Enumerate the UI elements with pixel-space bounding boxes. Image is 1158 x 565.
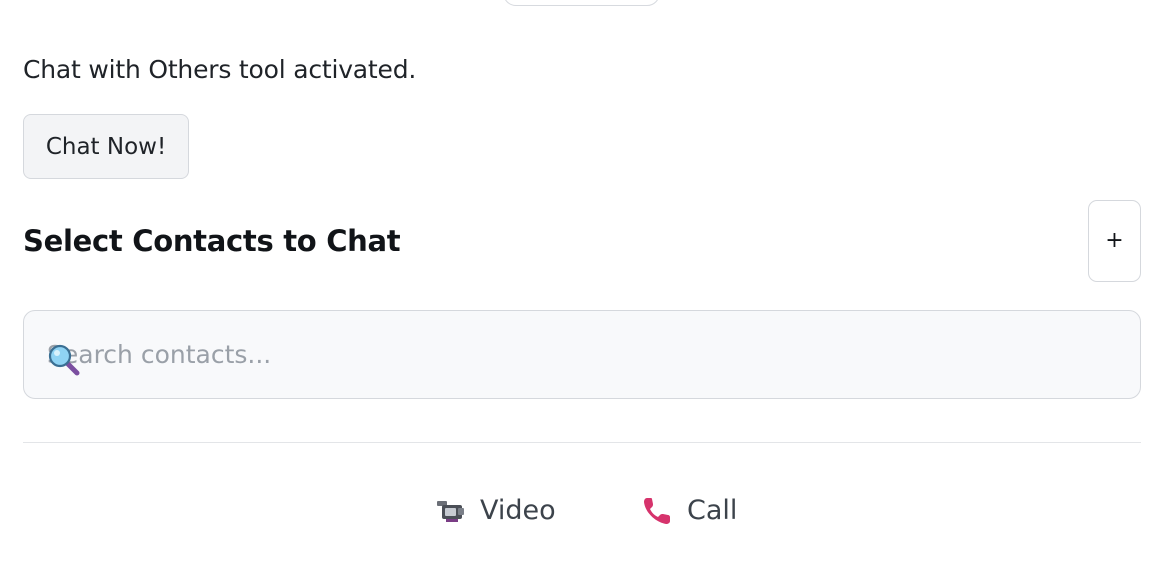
add-contact-button[interactable]: + [1088,200,1141,282]
section-title: Select Contacts to Chat [23,224,401,258]
search-field-wrapper [23,310,1141,399]
video-camera-icon [437,501,464,522]
search-input[interactable] [24,311,1140,398]
call-button[interactable]: Call [643,490,737,530]
chat-now-button[interactable]: Chat Now! [23,114,189,179]
telephone-receiver-icon [644,498,670,524]
chat-tool-panel: Chat with Others tool activated. Chat No… [0,0,1158,565]
plus-icon: + [1105,228,1124,253]
video-button[interactable]: Video [436,490,556,530]
status-message: Chat with Others tool activated. [23,55,417,84]
divider [23,442,1141,443]
video-label: Video [480,494,556,526]
top-pill-button[interactable] [503,0,660,6]
call-label: Call [687,494,738,526]
